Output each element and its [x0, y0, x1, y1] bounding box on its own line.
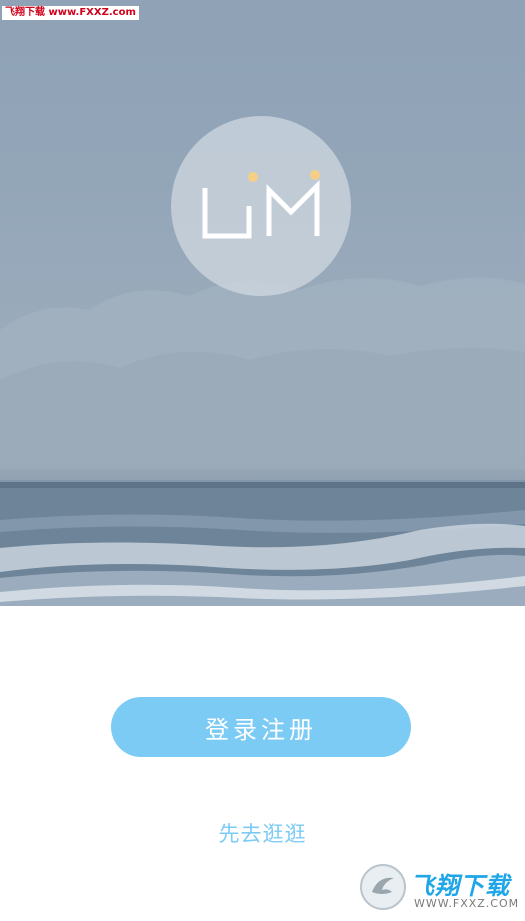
fxxz-logo-icon	[360, 864, 406, 910]
watermark-brand-text: 飞翔下载	[410, 872, 510, 900]
app-logo	[171, 116, 351, 296]
browse-first-link[interactable]: 先去逛逛	[0, 818, 525, 848]
ocean-background-image: 飞翔下载 www.FXXZ.com	[0, 0, 525, 606]
login-register-button[interactable]: 登录注册	[111, 697, 411, 757]
um-logo-icon	[202, 170, 320, 239]
watermark-bottom: 飞翔下载 WWW.FXXZ.COM	[358, 860, 518, 916]
logo-dot-left	[248, 172, 258, 182]
horizon-line	[0, 482, 525, 488]
ocean-scene	[0, 277, 525, 606]
watermark-top: 飞翔下载 www.FXXZ.com	[2, 6, 139, 20]
splash-screen: 飞翔下载 www.FXXZ.com 登录注册 先去逛逛 飞翔下载 WWW.FXX…	[0, 0, 525, 921]
watermark-url-text: WWW.FXXZ.COM	[414, 897, 520, 910]
cloud-bank-lower	[0, 347, 525, 480]
logo-dot-right	[310, 170, 320, 180]
